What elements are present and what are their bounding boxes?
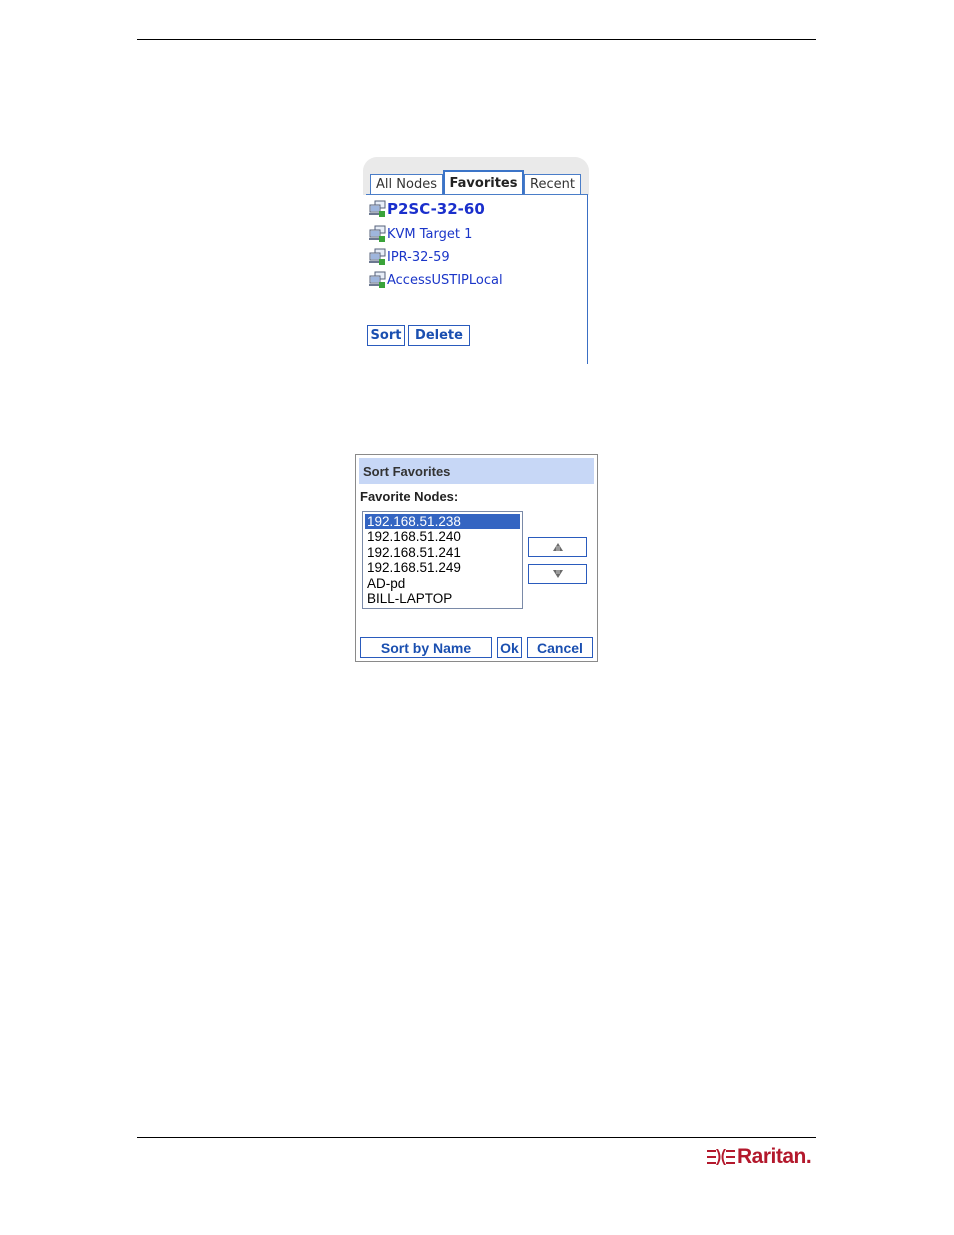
tab-label: Recent [530, 177, 575, 192]
list-item[interactable]: 192.168.51.240 [365, 529, 520, 544]
delete-button-label: Delete [415, 328, 463, 343]
favorite-node[interactable]: IPR-32-59 [368, 248, 450, 266]
logo-wordmark: Raritan [737, 1145, 806, 1168]
sort-button-label: Sort [370, 328, 402, 343]
delete-button[interactable]: Delete [408, 325, 470, 346]
logo-dot: . [805, 1145, 812, 1168]
list-item[interactable]: 192.168.51.249 [365, 560, 520, 575]
favorite-nodes-label: Favorite Nodes: [360, 489, 459, 504]
footer-rule [137, 1137, 816, 1138]
network-node-icon [369, 271, 386, 288]
sort-button[interactable]: Sort [367, 325, 405, 346]
network-node-icon [369, 225, 386, 242]
favorite-node[interactable]: P2SC-32-60 [368, 200, 485, 218]
tab-all-nodes[interactable]: All Nodes [370, 174, 443, 194]
favorite-node[interactable]: AccessUSTIPLocal [368, 271, 503, 289]
sort-by-name-label: Sort by Name [380, 639, 472, 656]
tab-favorites[interactable]: Favorites [443, 170, 524, 195]
node-label: AccessUSTIPLocal [387, 272, 503, 288]
header-rule [137, 39, 816, 40]
move-up-button[interactable] [528, 537, 587, 557]
tab-recent[interactable]: Recent [524, 174, 581, 194]
sort-favorites-dialog: Sort Favorites Favorite Nodes: 192.168.5… [355, 454, 598, 662]
tab-label: Favorites [449, 176, 518, 191]
arrow-down-icon [552, 570, 563, 578]
favorite-node[interactable]: KVM Target 1 [368, 225, 472, 243]
node-label: IPR-32-59 [387, 249, 450, 265]
network-node-icon [369, 200, 386, 217]
favorite-nodes-listbox[interactable]: 192.168.51.238 192.168.51.240 192.168.51… [362, 511, 523, 609]
tab-strip-underline [366, 194, 588, 195]
cancel-button[interactable]: Cancel [527, 637, 593, 658]
cancel-label: Cancel [537, 639, 583, 656]
list-item[interactable]: BILL-LAPTOP [365, 591, 520, 606]
node-label: KVM Target 1 [387, 226, 473, 242]
list-item[interactable]: AD-pd [365, 576, 520, 591]
node-label: P2SC-32-60 [387, 200, 485, 218]
tab-label: All Nodes [376, 177, 437, 192]
move-down-button[interactable] [528, 564, 587, 584]
list-item[interactable]: 192.168.51.238 [365, 514, 520, 530]
network-node-icon [369, 248, 386, 265]
list-item[interactable]: 192.168.51.241 [365, 545, 520, 560]
dialog-title: Sort Favorites [359, 458, 594, 484]
ok-label: Ok [500, 639, 519, 656]
raritan-logo: Raritan. [707, 1145, 812, 1169]
raritan-logo-mark-icon [707, 1149, 735, 1165]
sort-by-name-button[interactable]: Sort by Name [360, 637, 492, 658]
arrow-up-icon [552, 543, 563, 551]
ok-button[interactable]: Ok [497, 637, 522, 658]
